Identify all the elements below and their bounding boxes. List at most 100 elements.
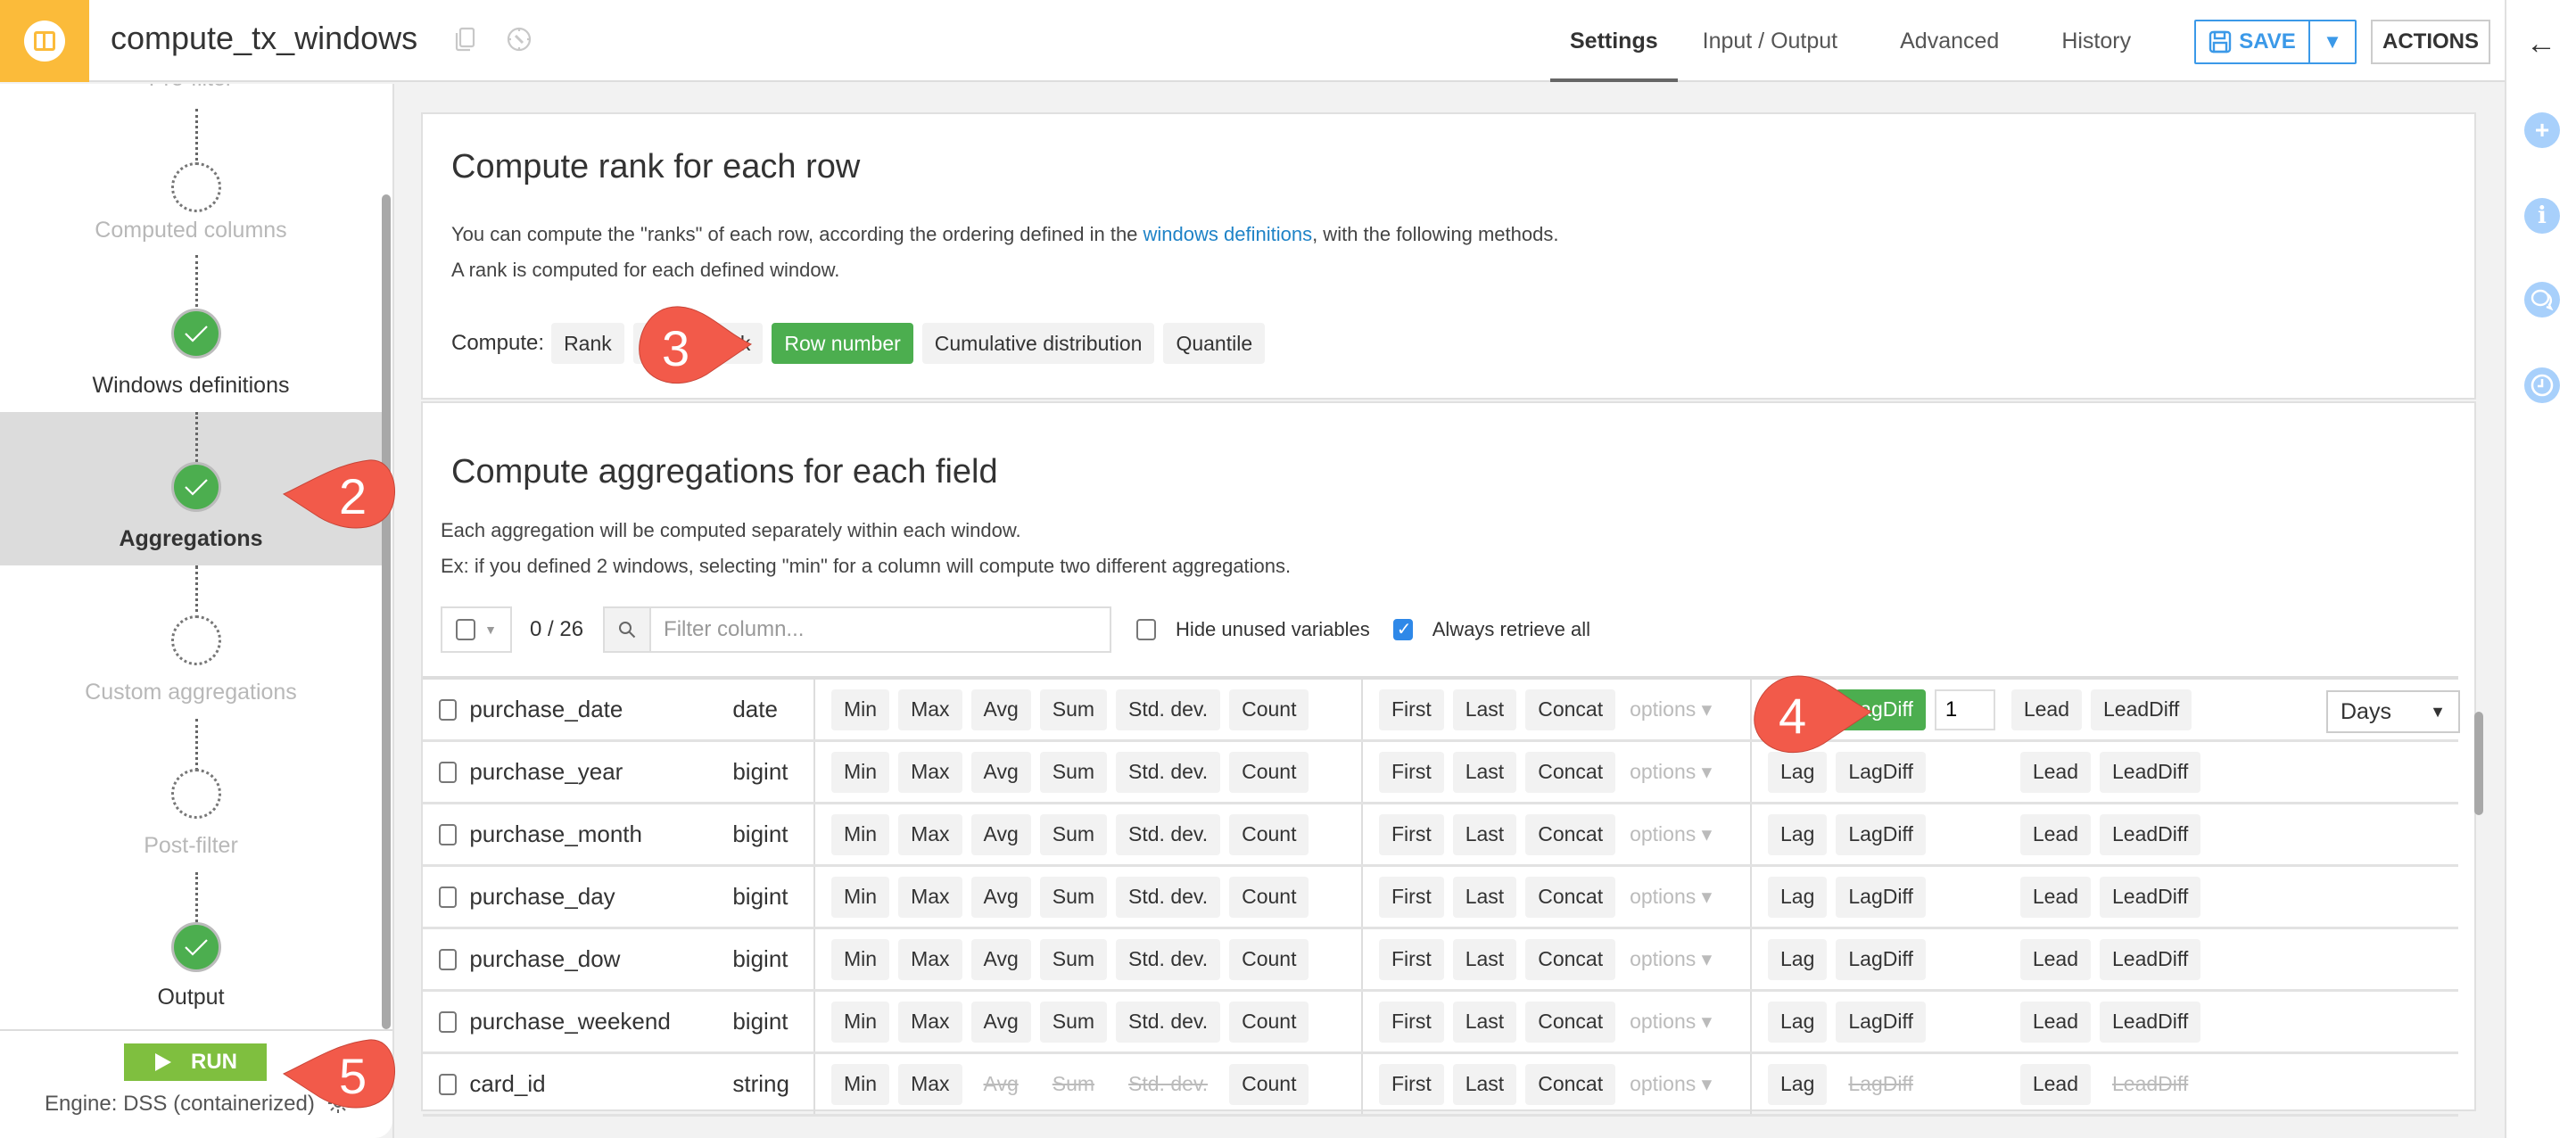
agg-min[interactable]: Min (831, 876, 890, 918)
options-dropdown[interactable]: options ▾ (1630, 885, 1712, 909)
agg-concat[interactable]: Concat (1525, 751, 1616, 793)
agg-first[interactable]: First (1379, 689, 1444, 730)
run-button[interactable]: RUN (124, 1043, 267, 1081)
row-checkbox[interactable] (439, 823, 458, 845)
hide-unused-toggle[interactable]: Hide unused variables (1136, 618, 1370, 641)
agg-last[interactable]: Last (1452, 689, 1517, 730)
lag-offset-input[interactable] (1934, 689, 1995, 730)
agg-min[interactable]: Min (831, 938, 890, 980)
save-button[interactable]: SAVE (2196, 21, 2310, 62)
sidebar-scrollbar[interactable] (382, 194, 391, 1029)
tab-settings[interactable]: Settings (1550, 0, 1678, 82)
info-icon[interactable]: i (2524, 198, 2560, 234)
options-dropdown[interactable]: options ▾ (1630, 947, 1712, 971)
agg-concat[interactable]: Concat (1525, 1063, 1616, 1105)
agg-count[interactable]: Count (1229, 1063, 1309, 1105)
tab-history[interactable]: History (2042, 0, 2151, 82)
agg-first[interactable]: First (1379, 876, 1444, 918)
step-pre-filter[interactable]: Pre-filter (0, 84, 382, 92)
agg-sum[interactable]: Sum (1039, 1001, 1108, 1043)
agg-avg[interactable]: Avg (970, 1001, 1031, 1043)
agg-stddev[interactable]: Std. dev. (1116, 1001, 1221, 1043)
agg-stddev[interactable]: Std. dev. (1116, 938, 1221, 980)
agg-avg[interactable]: Avg (970, 876, 1031, 918)
agg-leaddiff[interactable]: LeadDiff (2100, 1001, 2201, 1043)
agg-leaddiff[interactable]: LeadDiff (2091, 689, 2192, 730)
agg-avg[interactable]: Avg (970, 689, 1031, 730)
agg-first[interactable]: First (1379, 813, 1444, 855)
agg-lag[interactable]: Lag (1768, 938, 1828, 980)
agg-leaddiff[interactable]: LeadDiff (2100, 876, 2201, 918)
agg-avg[interactable]: Avg (970, 813, 1031, 855)
step-windows-definitions[interactable]: Windows definitions (0, 373, 382, 399)
agg-max[interactable]: Max (898, 751, 962, 793)
agg-lag[interactable]: Lag (1768, 1001, 1828, 1043)
agg-lead[interactable]: Lead (2019, 751, 2092, 793)
filter-column-input[interactable] (651, 608, 1110, 651)
tab-input-output[interactable]: Input / Output (1683, 0, 1858, 82)
actions-button[interactable]: ACTIONS (2371, 20, 2490, 64)
agg-concat[interactable]: Concat (1525, 689, 1616, 730)
agg-min[interactable]: Min (831, 813, 890, 855)
step-custom-aggregations[interactable]: Custom aggregations (0, 680, 382, 705)
options-dropdown[interactable]: options ▾ (1630, 760, 1712, 784)
row-checkbox[interactable] (439, 1073, 458, 1095)
options-dropdown[interactable]: options ▾ (1630, 822, 1712, 846)
row-checkbox[interactable] (439, 948, 458, 970)
agg-leaddiff[interactable]: LeadDiff (2100, 813, 2201, 855)
agg-min[interactable]: Min (831, 1001, 890, 1043)
agg-leaddiff[interactable]: LeadDiff (2100, 938, 2201, 980)
agg-avg[interactable]: Avg (970, 938, 1031, 980)
step-computed-columns[interactable]: Computed columns (0, 218, 382, 243)
agg-lag[interactable]: Lag (1768, 1063, 1828, 1105)
agg-sum[interactable]: Sum (1039, 938, 1108, 980)
agg-stddev[interactable]: Std. dev. (1116, 813, 1221, 855)
plus-icon[interactable]: + (2524, 112, 2560, 148)
agg-lead[interactable]: Lead (2019, 813, 2092, 855)
agg-max[interactable]: Max (898, 876, 962, 918)
agg-concat[interactable]: Concat (1525, 813, 1616, 855)
table-scrollbar[interactable] (2474, 712, 2483, 815)
agg-count[interactable]: Count (1229, 876, 1309, 918)
row-checkbox[interactable] (439, 1010, 458, 1033)
agg-leaddiff[interactable]: LeadDiff (2100, 751, 2201, 793)
always-retrieve-toggle[interactable]: Always retrieve all (1392, 618, 1590, 641)
step-post-filter[interactable]: Post-filter (0, 833, 382, 859)
agg-first[interactable]: First (1379, 1063, 1444, 1105)
agg-min[interactable]: Min (831, 1063, 890, 1105)
agg-last[interactable]: Last (1452, 1001, 1517, 1043)
agg-count[interactable]: Count (1229, 689, 1309, 730)
agg-concat[interactable]: Concat (1525, 1001, 1616, 1043)
hide-unused-checkbox[interactable] (1136, 619, 1157, 640)
save-dropdown-caret[interactable]: ▼ (2310, 21, 2355, 62)
agg-concat[interactable]: Concat (1525, 938, 1616, 980)
agg-lagdiff[interactable]: LagDiff (1836, 1001, 1926, 1043)
lagdiff-unit-select[interactable]: Days ▼ (2326, 690, 2460, 733)
agg-lagdiff[interactable]: LagDiff (1836, 813, 1926, 855)
agg-max[interactable]: Max (898, 1063, 962, 1105)
agg-sum[interactable]: Sum (1039, 689, 1108, 730)
agg-stddev[interactable]: Std. dev. (1116, 876, 1221, 918)
agg-count[interactable]: Count (1229, 1001, 1309, 1043)
back-arrow-icon[interactable]: ← (2526, 27, 2556, 62)
agg-last[interactable]: Last (1452, 876, 1517, 918)
agg-lag[interactable]: Lag (1768, 876, 1828, 918)
agg-sum[interactable]: Sum (1039, 876, 1108, 918)
recipe-title[interactable]: compute_tx_windows (111, 20, 417, 57)
agg-lagdiff[interactable]: LagDiff (1836, 876, 1926, 918)
rank-method-cumulative-distribution[interactable]: Cumulative distribution (921, 323, 1155, 364)
agg-stddev[interactable]: Std. dev. (1116, 689, 1221, 730)
agg-first[interactable]: First (1379, 751, 1444, 793)
agg-count[interactable]: Count (1229, 751, 1309, 793)
agg-lead[interactable]: Lead (2019, 938, 2092, 980)
agg-count[interactable]: Count (1229, 938, 1309, 980)
agg-lead[interactable]: Lead (2010, 689, 2083, 730)
agg-max[interactable]: Max (898, 813, 962, 855)
step-output[interactable]: Output (0, 985, 382, 1010)
agg-max[interactable]: Max (898, 689, 962, 730)
agg-avg[interactable]: Avg (970, 751, 1031, 793)
agg-count[interactable]: Count (1229, 813, 1309, 855)
chat-icon[interactable] (2524, 282, 2560, 317)
agg-first[interactable]: First (1379, 938, 1444, 980)
agg-concat[interactable]: Concat (1525, 876, 1616, 918)
